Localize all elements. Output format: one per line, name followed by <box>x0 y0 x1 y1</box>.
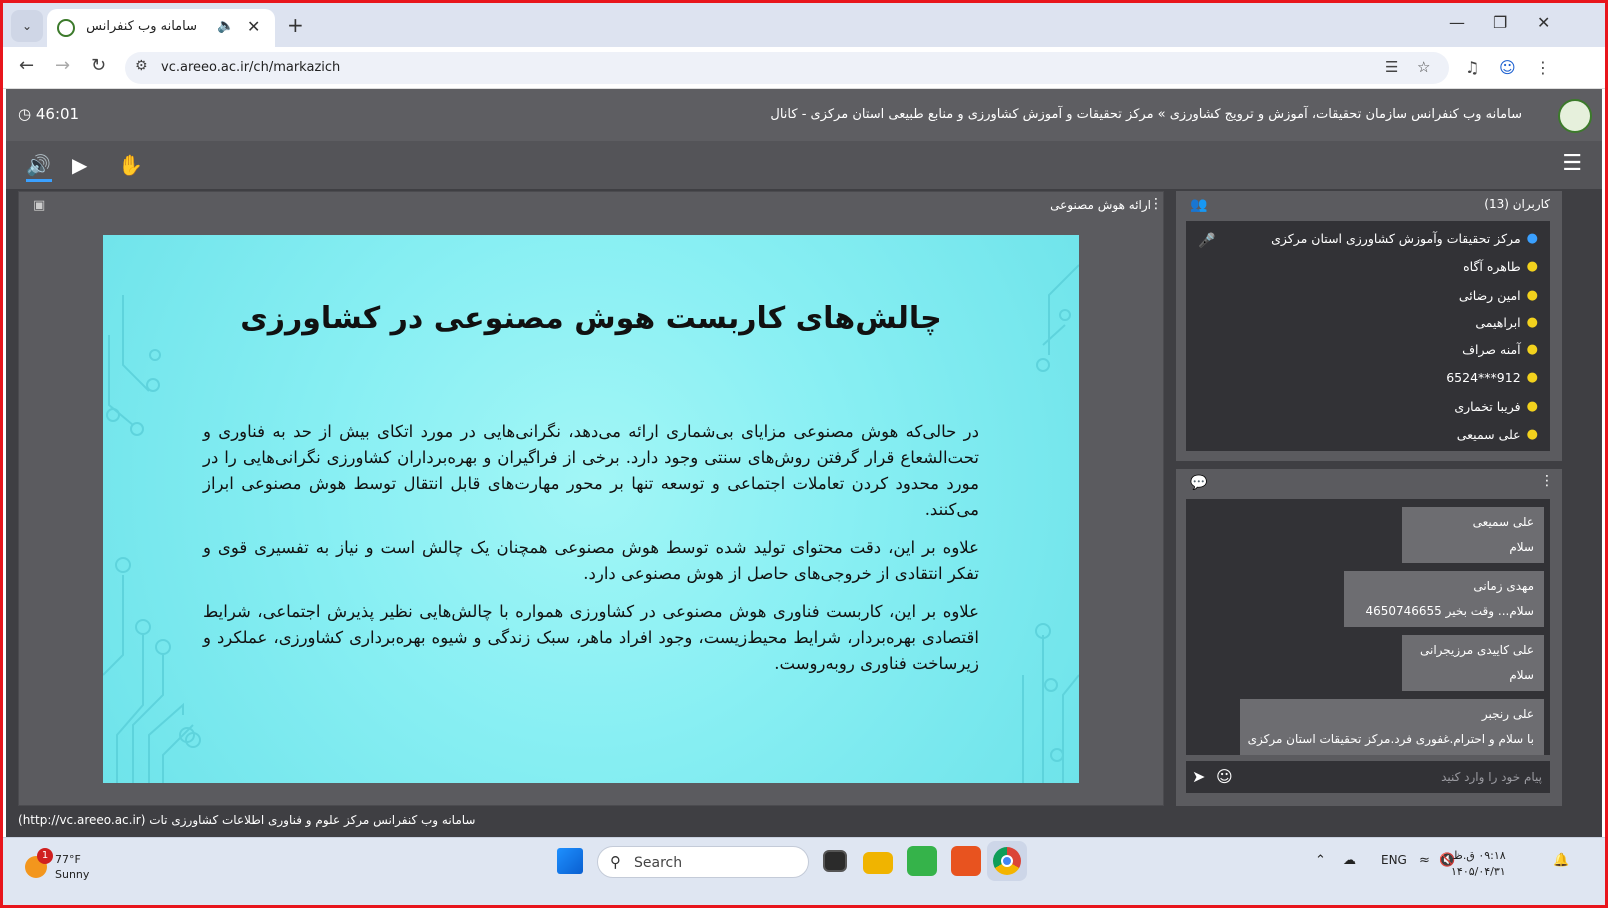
user-row[interactable]: ● 912***6524 <box>1446 364 1538 390</box>
browser-tab-bar: ⌄ 🔈 سامانه وب کنفرانس سازمان تحقیقات ✕ +… <box>3 3 1605 47</box>
play-media-icon[interactable]: ▶ <box>72 153 87 177</box>
meeting-toolbar: 🔊 ▶ ✋ ☰ <box>6 141 1602 189</box>
user-row[interactable]: ● امین رضائی <box>1459 282 1538 308</box>
chat-icon: 💬 <box>1190 475 1208 491</box>
sun-icon: 1 <box>25 848 53 878</box>
back-arrow-icon[interactable]: ← <box>19 55 34 76</box>
user-icon: ● <box>1526 426 1538 442</box>
organization-logo <box>1558 99 1592 133</box>
session-timer: ◷ 46:01 <box>18 105 80 123</box>
tab-title: سامانه وب کنفرانس سازمان تحقیقات <box>87 19 197 34</box>
profile-icon[interactable]: ☺ <box>1499 58 1516 77</box>
windows-start-icon[interactable] <box>557 848 583 874</box>
user-icon: ● <box>1526 314 1538 330</box>
show-hidden-icons-chevron-icon[interactable]: ⌃ <box>1315 853 1326 868</box>
chat-message: علی کاییدی مرزیجرانی سلام <box>1402 635 1544 691</box>
chrome-taskbar-button[interactable] <box>987 841 1027 881</box>
send-icon[interactable]: ➤ <box>1192 767 1205 786</box>
chat-message: مهدی زمانی سلام... وقت بخیر 4650746655 <box>1344 571 1544 627</box>
task-view-icon[interactable] <box>823 850 847 872</box>
notification-badge: 1 <box>37 848 53 864</box>
media-control-icon[interactable]: ♫ <box>1465 58 1479 77</box>
user-icon: ● <box>1526 369 1538 385</box>
user-icon: ● <box>1526 230 1538 246</box>
user-icon: ● <box>1526 258 1538 274</box>
user-icon: ● <box>1526 287 1538 303</box>
presentation-menu-icon[interactable]: ⋮ <box>1149 196 1163 212</box>
clock-icon: ◷ <box>18 105 32 123</box>
hamburger-menu-icon[interactable]: ☰ <box>1562 151 1582 176</box>
presentation-title: ارائه هوش مصنوعی <box>1050 198 1151 212</box>
wifi-icon[interactable]: ≈ <box>1419 853 1430 868</box>
forward-arrow-icon[interactable]: → <box>55 55 70 76</box>
translate-icon[interactable]: ☰ <box>1385 58 1398 76</box>
fullscreen-icon[interactable]: ▣ <box>33 198 45 213</box>
page-title: سامانه وب کنفرانس سازمان تحقیقات، آموزش … <box>770 107 1522 122</box>
slide-paragraph-2: علاوه بر این، دقت محتوای تولید شده توسط … <box>203 538 979 583</box>
camtasia-icon[interactable] <box>907 846 937 876</box>
language-indicator[interactable]: ENG <box>1381 853 1407 867</box>
users-list: 🎤 ● مرکز تحقیقات وآموزش کشاورزی استان مرک… <box>1186 221 1550 451</box>
screen: ⌄ 🔈 سامانه وب کنفرانس سازمان تحقیقات ✕ +… <box>0 0 1608 908</box>
bookmark-star-icon[interactable]: ☆ <box>1417 58 1430 76</box>
search-icon: ⚲ <box>610 853 621 871</box>
chat-message: علی رنجبر با سلام و احترام.غفوری فرد.مرک… <box>1240 699 1544 755</box>
address-bar-row: ← → ↻ ⚙ vc.areeo.ac.ir/ch/markazich ☰ ☆ … <box>3 47 1605 89</box>
active-indicator <box>26 179 52 182</box>
app-header: سامانه وب کنفرانس سازمان تحقیقات، آموزش … <box>6 89 1602 141</box>
presentation-panel: ▣ ⋮ ارائه هوش مصنوعی <box>18 191 1164 806</box>
weather-widget[interactable]: 1 77°F Sunny <box>25 848 90 882</box>
url-text: vc.areeo.ac.ir/ch/markazich <box>161 60 341 75</box>
minimize-icon[interactable]: — <box>1449 13 1465 32</box>
slide-title: چالش‌های کاربست هوش مصنوعی در کشاورزی <box>240 301 942 336</box>
taskbar-search[interactable]: ⚲ Search <box>597 846 809 878</box>
user-row[interactable]: ● ابراهیمی <box>1475 309 1538 335</box>
users-group-icon: 👥 <box>1190 197 1208 213</box>
clock-date[interactable]: ۰۹:۱۸ ق.ظ ۱۴۰۵/۰۴/۳۱ <box>1451 848 1506 880</box>
site-info-icon[interactable]: ⚙ <box>135 58 148 74</box>
speaker-icon[interactable]: 🔊 <box>26 153 51 177</box>
new-tab-button[interactable]: + <box>287 13 304 37</box>
file-explorer-icon[interactable] <box>863 852 893 874</box>
raise-hand-icon[interactable]: ✋ <box>118 153 143 177</box>
reload-icon[interactable]: ↻ <box>91 55 106 76</box>
temperature: 77°F <box>55 853 81 866</box>
slide-paragraph-3: علاوه بر این، کاربست فناوری هوش مصنوعی د… <box>203 602 979 673</box>
user-icon: ● <box>1526 398 1538 414</box>
user-row[interactable]: ● فریبا تخماری <box>1454 393 1538 419</box>
users-panel: 👥 کاربران (13) 🎤 ● مرکز تحقیقات وآموزش کش… <box>1176 191 1562 461</box>
chat-placeholder: پیام خود را وارد کنید <box>1441 770 1542 784</box>
restore-icon[interactable]: ❐ <box>1493 13 1507 32</box>
notification-bell-icon[interactable]: 🔔 <box>1553 853 1569 868</box>
user-row[interactable]: ● مرکز تحقیقات وآموزش کشاورزی استان مرکزی <box>1271 225 1538 251</box>
browser-menu-icon[interactable]: ⋮ <box>1535 58 1551 77</box>
tab-search-button[interactable]: ⌄ <box>11 10 43 42</box>
chat-panel: 💬 ⋮ علی سمیعی سلام مهدی زمانی سلام... وق… <box>1176 469 1562 806</box>
network-off-icon[interactable]: ☁ <box>1343 853 1356 868</box>
chat-menu-icon[interactable]: ⋮ <box>1540 473 1554 489</box>
slide: چالش‌های کاربست هوش مصنوعی در کشاورزی در… <box>103 235 1079 783</box>
microphone-icon[interactable]: 🎤 <box>1198 233 1215 249</box>
chat-message: علی سمیعی سلام <box>1402 507 1544 563</box>
chat-messages: علی سمیعی سلام مهدی زمانی سلام... وقت بخ… <box>1186 499 1550 755</box>
audio-playing-icon[interactable]: 🔈 <box>217 18 234 34</box>
browser-tab[interactable]: 🔈 سامانه وب کنفرانس سازمان تحقیقات ✕ <box>47 9 275 47</box>
footer-text: سامانه وب کنفرانس مرکز علوم و فناوری اطل… <box>18 813 476 827</box>
url-field[interactable]: ⚙ vc.areeo.ac.ir/ch/markazich ☰ ☆ <box>125 52 1449 84</box>
user-row[interactable]: ● طاهره آگاه <box>1463 253 1538 279</box>
user-row[interactable]: ● آمنه صراف <box>1462 336 1538 362</box>
weather-condition: Sunny <box>55 868 90 881</box>
recorder-icon[interactable] <box>951 846 981 876</box>
main-area: ▣ ⋮ ارائه هوش مصنوعی <box>6 189 1602 837</box>
chat-input[interactable]: ➤ ☺ پیام خود را وارد کنید <box>1186 761 1550 793</box>
users-title: کاربران (13) <box>1484 197 1550 211</box>
close-window-icon[interactable]: ✕ <box>1537 13 1550 32</box>
windows-taskbar: 1 77°F Sunny ⚲ Search ⌃ ☁ ENG ≈ 🔇 ۰۹:۱۸ ق… <box>3 837 1605 905</box>
user-icon: ● <box>1526 341 1538 357</box>
site-favicon-icon <box>57 19 75 37</box>
slide-paragraph-1: در حالی‌که هوش مصنوعی مزایای بی‌شماری ار… <box>203 422 979 519</box>
user-row[interactable]: ● علی سمیعی <box>1457 421 1538 447</box>
close-tab-icon[interactable]: ✕ <box>247 17 260 36</box>
emoji-icon[interactable]: ☺ <box>1216 767 1233 786</box>
